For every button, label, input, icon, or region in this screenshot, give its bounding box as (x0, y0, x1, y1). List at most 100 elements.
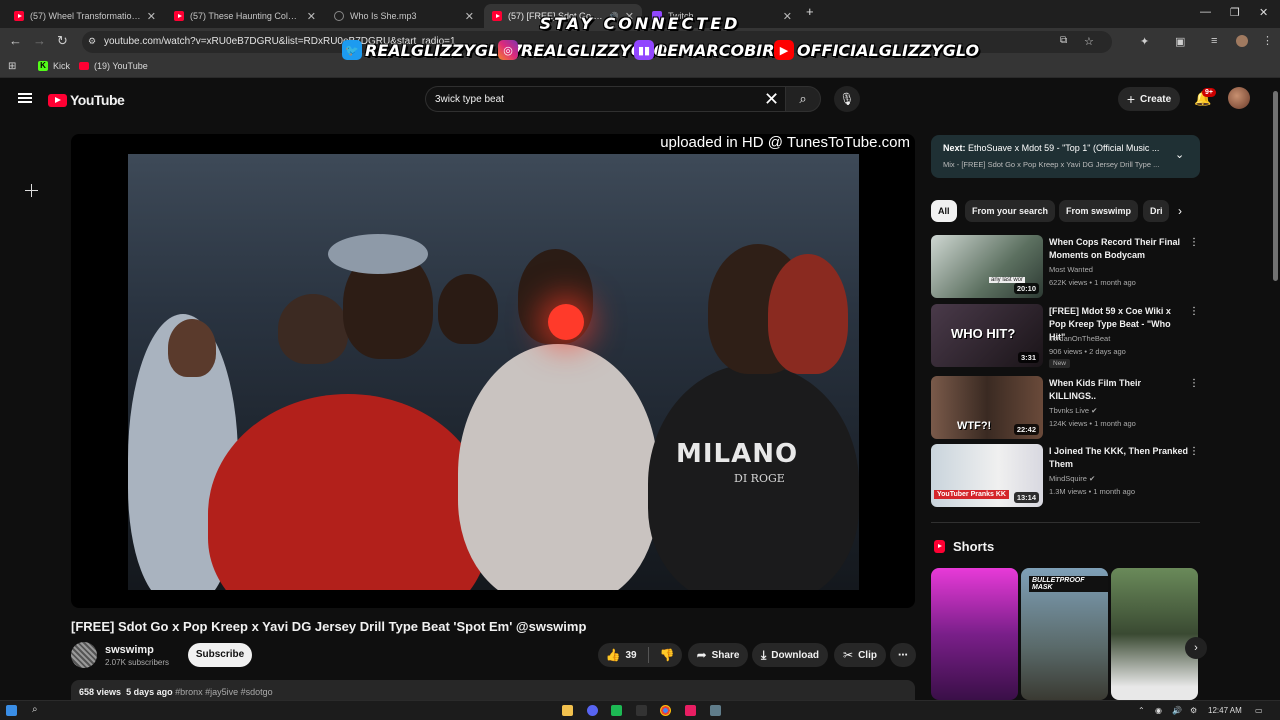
account-avatar[interactable] (1228, 87, 1250, 109)
video-duration: 20:10 (1013, 283, 1039, 294)
install-app-icon[interactable]: ⧉ (1060, 35, 1067, 46)
more-vert-icon[interactable]: ⋮ (1189, 446, 1199, 457)
search-button[interactable]: ⌕ (785, 86, 821, 112)
more-vert-icon[interactable]: ⋮ (1189, 237, 1199, 248)
network-icon[interactable]: ◉ (1155, 706, 1162, 715)
short-video-3[interactable] (1111, 568, 1198, 700)
recommendation-title[interactable]: I Joined The KKK, Then Pranked Them (1049, 445, 1189, 471)
file-explorer-icon[interactable] (562, 705, 573, 716)
apps-grid-icon[interactable]: ⊞ (8, 61, 16, 72)
notifications-icon[interactable]: ▭ (1255, 706, 1263, 715)
close-icon[interactable]: ✕ (147, 10, 156, 23)
close-icon[interactable]: ✕ (465, 10, 474, 23)
chip-from-swswimp[interactable]: From swswimp (1059, 200, 1139, 222)
clear-search-icon[interactable]: ✕ (764, 89, 779, 110)
chrome-icon[interactable] (660, 705, 671, 716)
chip-all[interactable]: All (931, 200, 957, 222)
chip-drill[interactable]: Dri (1143, 200, 1169, 222)
back-icon[interactable]: ← (9, 33, 22, 48)
menu-dots-icon[interactable]: ⋮ (1262, 34, 1273, 47)
short-caption: BULLETPROOF MASK (1029, 576, 1108, 592)
recommendation-item[interactable]: any last wor 20:10 When Cops Record Thei… (931, 235, 1200, 299)
voice-search-button[interactable]: 🎙 (834, 86, 860, 112)
more-vert-icon[interactable]: ⋮ (1189, 378, 1199, 389)
media-control-icon[interactable]: ≡ (1211, 35, 1217, 47)
more-vert-icon[interactable]: ⋮ (1189, 306, 1199, 317)
channel-avatar[interactable] (71, 642, 97, 668)
clock-time[interactable]: 12:47 AM (1208, 706, 1242, 715)
minimize-icon[interactable]: — (1200, 6, 1211, 18)
download-icon: ⤓ (760, 647, 767, 662)
bookmark-star-icon[interactable]: ☆ (1084, 35, 1094, 48)
up-next-panel[interactable]: Next: EthoSuave x Mdot 59 - "Top 1" (Off… (931, 135, 1200, 178)
maximize-icon[interactable]: ❐ (1230, 6, 1240, 19)
video-thumbnail[interactable]: WTF?! 22:42 (931, 376, 1043, 439)
reload-icon[interactable]: ↻ (57, 33, 68, 49)
recommendation-channel[interactable]: Most Wanted (1049, 265, 1093, 274)
subscribe-button[interactable]: Subscribe (188, 643, 252, 667)
download-button[interactable]: ⤓ Download (752, 643, 828, 667)
app-pink-icon[interactable] (685, 705, 696, 716)
video-frame[interactable]: MILANO DI ROGE (128, 154, 859, 590)
search-input[interactable]: 3wick type beat (435, 94, 504, 105)
scrollbar-thumb[interactable] (1273, 91, 1278, 281)
recommendation-channel[interactable]: Tbvnks Live ✔ (1049, 406, 1097, 415)
search-box[interactable]: 3wick type beat ✕ (425, 86, 785, 112)
app-window-icon[interactable] (710, 705, 721, 716)
recommendation-channel[interactable]: JordanOnTheBeat (1049, 334, 1110, 343)
shorts-next-button[interactable]: › (1185, 637, 1207, 659)
clip-button[interactable]: ✂ Clip (834, 643, 886, 667)
short-video-2[interactable]: BULLETPROOF MASK (1021, 568, 1108, 700)
tray-chevron-icon[interactable]: ⌃ (1138, 706, 1145, 715)
terminal-icon[interactable] (636, 705, 647, 716)
create-button[interactable]: + Create (1118, 87, 1180, 111)
recommendation-item[interactable]: WHO HIT? 3:31 [FREE] Mdot 59 x Coe Wiki … (931, 304, 1200, 368)
channel-name[interactable]: swswimp (105, 644, 154, 656)
new-tab-icon[interactable]: + (806, 4, 814, 19)
discord-icon[interactable] (587, 705, 598, 716)
dislike-button[interactable]: 👎 (660, 648, 675, 662)
share-button[interactable]: ➦ Share (688, 643, 748, 667)
recommendation-title[interactable]: When Cops Record Their Final Moments on … (1049, 236, 1189, 262)
video-player[interactable]: MILANO DI ROGE uploaded in HD @ TunesToT… (71, 134, 915, 608)
windows-start-icon[interactable] (6, 705, 17, 716)
browser-tab-2[interactable]: (57) These Haunting Cold Case ✕ (166, 4, 324, 28)
like-button[interactable]: 👍 39 (605, 648, 636, 662)
chevron-right-icon[interactable]: › (1178, 204, 1182, 218)
social-youtube: ▶ OFFICIALGLIZZYGLO (774, 40, 979, 60)
page-scrollbar[interactable] (1271, 79, 1280, 699)
hamburger-menu-icon[interactable] (18, 93, 32, 103)
app-green-icon[interactable] (611, 705, 622, 716)
video-thumbnail[interactable]: YouTuber Pranks KK 13:14 (931, 444, 1043, 507)
recommendation-item[interactable]: WTF?! 22:42 When Kids Film Their KILLING… (931, 376, 1200, 440)
chip-from-your-search[interactable]: From your search (965, 200, 1056, 222)
bookmark-youtube[interactable]: (19) YouTube (79, 61, 148, 71)
recommendation-item[interactable]: YouTuber Pranks KK 13:14 I Joined The KK… (931, 444, 1200, 508)
browser-tab-3[interactable]: Who Is She.mp3 ✕ (326, 4, 482, 28)
youtube-logo[interactable]: YouTube (48, 92, 125, 108)
plus-icon: + (1126, 91, 1136, 107)
profile-icon[interactable] (1236, 35, 1248, 47)
video-thumbnail[interactable]: WHO HIT? 3:31 (931, 304, 1043, 367)
recommendation-meta: 1.3M views • 1 month ago (1049, 487, 1136, 496)
volume-icon[interactable]: 🔊 (1172, 706, 1182, 715)
extensions-icon[interactable]: ✦ (1140, 35, 1149, 48)
window-close-icon[interactable]: ✕ (1259, 6, 1268, 19)
recommendation-title[interactable]: When Kids Film Their KILLINGS.. (1049, 377, 1189, 403)
taskbar-search-icon[interactable]: ⌕ (32, 704, 38, 715)
short-video-1[interactable] (931, 568, 1018, 700)
settings-icon[interactable]: ⚙ (1190, 706, 1197, 715)
side-panel-icon[interactable]: ▣ (1175, 35, 1185, 48)
recommendation-channel[interactable]: MindSquire ✔ (1049, 474, 1095, 483)
logo-text: YouTube (70, 92, 125, 108)
notification-badge: 9+ (1202, 88, 1216, 97)
chevron-down-icon[interactable]: ⌄ (1175, 148, 1184, 161)
forward-icon[interactable]: → (33, 33, 46, 48)
site-info-icon[interactable]: ⚙ (88, 36, 96, 47)
video-thumbnail[interactable]: any last wor 20:10 (931, 235, 1043, 298)
hashtags[interactable]: #bronx #jay5ive #sdotgo (175, 687, 273, 697)
browser-tab-1[interactable]: (57) Wheel Transformation on ✕ (6, 4, 164, 28)
close-icon[interactable]: ✕ (307, 10, 316, 23)
more-actions-button[interactable]: ⋯ (890, 643, 916, 667)
bookmark-kick[interactable]: K Kick (38, 61, 70, 71)
